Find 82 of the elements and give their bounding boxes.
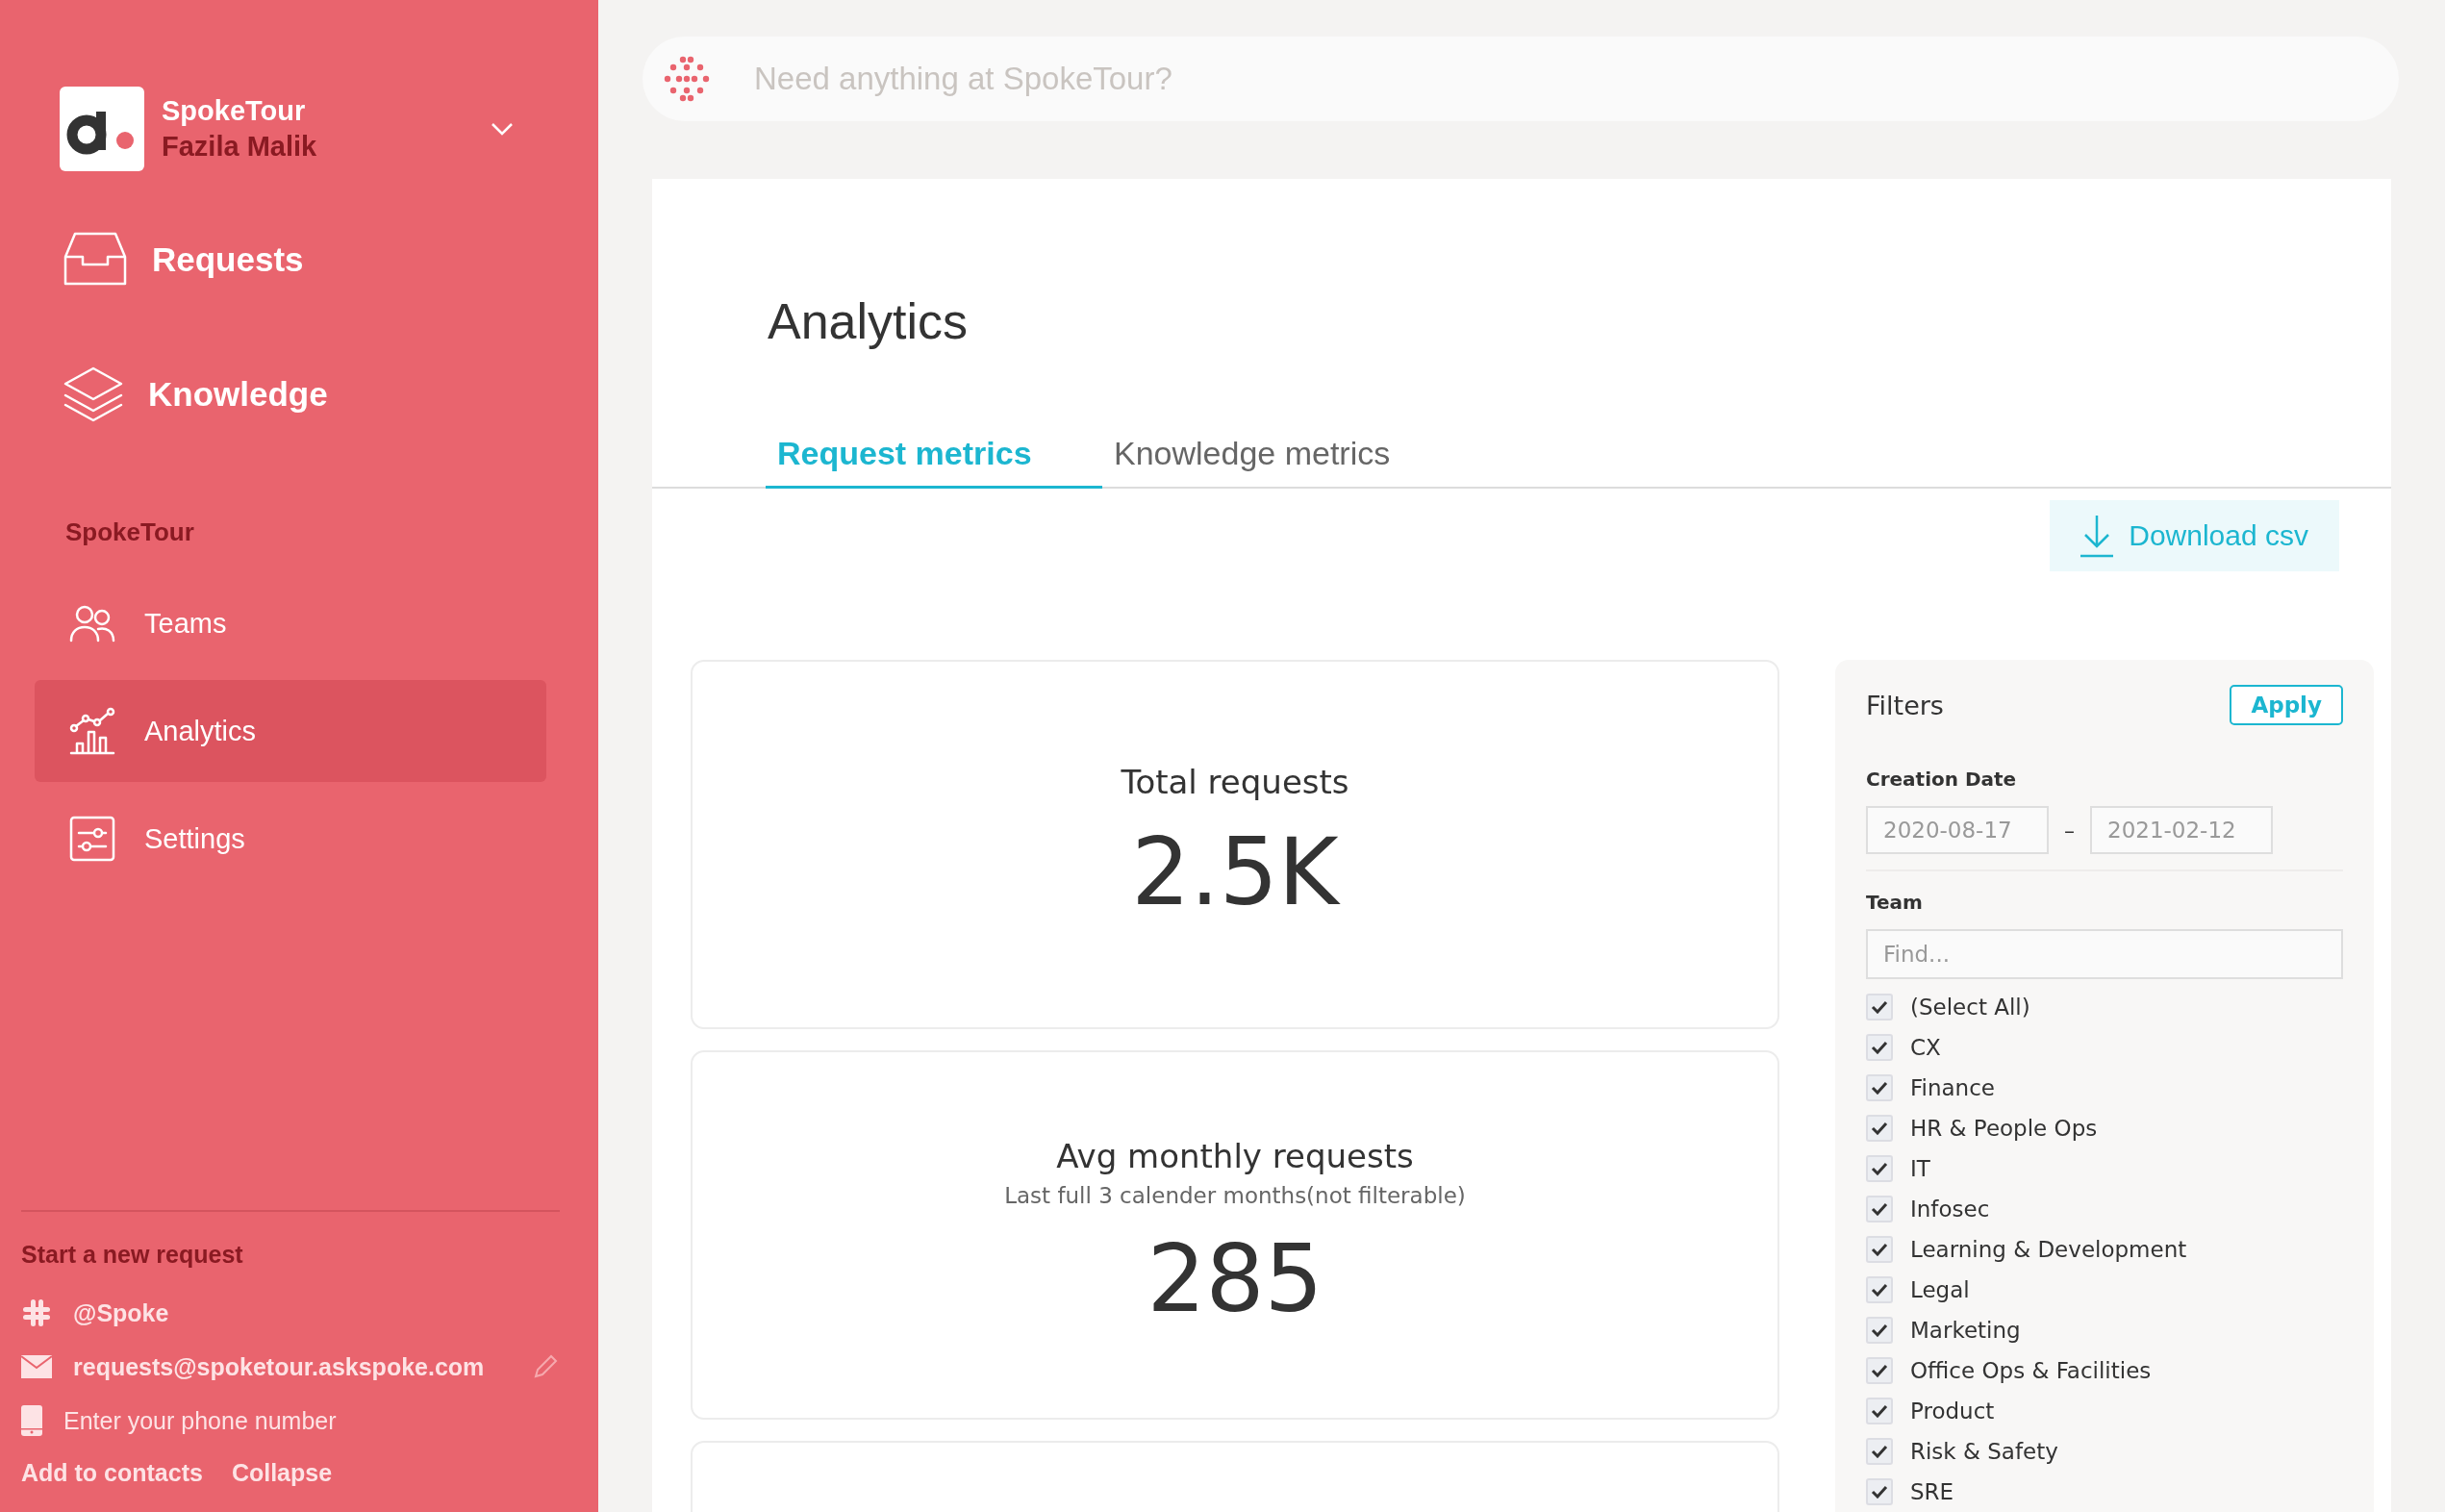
check-icon — [1871, 1445, 1888, 1458]
slack-handle: @Spoke — [73, 1298, 169, 1327]
team-label: Learning & Development — [1910, 1237, 2187, 1262]
download-icon — [2080, 514, 2114, 558]
checkbox[interactable] — [1866, 1276, 1893, 1303]
team-label: IT — [1910, 1156, 1930, 1181]
filters-title: Filters — [1866, 690, 1944, 720]
team-label: Marketing — [1910, 1318, 2021, 1343]
team-label: HR & People Ops — [1910, 1116, 2098, 1141]
people-icon — [69, 604, 115, 643]
metric-subtitle: Last full 3 calender months(not filterable) — [1004, 1183, 1466, 1208]
check-icon — [1871, 1243, 1888, 1256]
check-icon — [1871, 1404, 1888, 1418]
check-icon — [1871, 1162, 1888, 1175]
check-icon — [1871, 1202, 1888, 1216]
metric-title: Avg monthly requests — [1056, 1137, 1414, 1175]
nav-item[interactable]: Settings — [35, 788, 546, 890]
checkbox[interactable] — [1866, 1034, 1893, 1061]
nav-item[interactable]: Requests — [0, 225, 598, 294]
inbox-icon — [63, 232, 127, 288]
check-icon — [1871, 1323, 1888, 1337]
sidebar-link[interactable]: Collapse — [231, 1459, 333, 1487]
contact-title: Start a new request — [21, 1241, 244, 1269]
team-label: SRE — [1910, 1479, 1954, 1504]
metric-value: 2.5K — [1131, 819, 1339, 926]
phone-icon — [21, 1405, 42, 1436]
checkbox[interactable] — [1866, 1115, 1893, 1142]
request-email: requests@spoketour.askspoke.com — [73, 1352, 485, 1381]
team-label: Risk & Safety — [1910, 1439, 2058, 1464]
metric-title: Total requests — [1121, 763, 1349, 801]
checkbox[interactable] — [1866, 1317, 1893, 1344]
check-icon — [1871, 1081, 1888, 1095]
nav-item[interactable]: Teams — [35, 572, 546, 674]
checkbox[interactable] — [1866, 1478, 1893, 1505]
team-label: Infosec — [1910, 1197, 1990, 1222]
checkbox[interactable] — [1866, 994, 1893, 1021]
apply-button[interactable]: Apply — [2230, 685, 2343, 725]
team-label: Office Ops & Facilities — [1910, 1358, 2152, 1383]
chevron-down-icon[interactable] — [491, 122, 514, 136]
team-label: Finance — [1910, 1075, 1995, 1100]
settings-sliders-icon — [69, 816, 115, 862]
team-label: Product — [1910, 1399, 1995, 1424]
download-csv-button[interactable]: Download csv — [2050, 500, 2339, 571]
check-icon — [1871, 1000, 1888, 1014]
check-icon — [1871, 1364, 1888, 1377]
team-label: Legal — [1910, 1277, 1970, 1302]
hash-icon — [21, 1298, 52, 1328]
dotted-logo-icon — [664, 56, 710, 102]
user-name: Fazila Malik — [162, 131, 318, 163]
check-icon — [1871, 1121, 1888, 1135]
check-icon — [1871, 1041, 1888, 1054]
workspace-name: SpokeTour — [162, 95, 307, 127]
checkbox[interactable] — [1866, 1074, 1893, 1101]
layers-icon — [63, 366, 123, 422]
phone-input[interactable]: Enter your phone number — [63, 1406, 429, 1435]
checkbox[interactable] — [1866, 1236, 1893, 1263]
date-field[interactable]: 2020-08-17 — [1866, 806, 2049, 854]
checkbox[interactable] — [1866, 1438, 1893, 1465]
nav-item[interactable]: Analytics — [35, 680, 546, 782]
checkbox[interactable] — [1866, 1357, 1893, 1384]
filter-label: Creation Date — [1866, 768, 2018, 791]
check-icon — [1871, 1283, 1888, 1297]
section-title: SpokeTour — [65, 517, 195, 547]
checkbox[interactable] — [1866, 1398, 1893, 1424]
metric-value: 285 — [1147, 1225, 1323, 1333]
sidebar-link[interactable]: Add to contacts — [21, 1459, 203, 1487]
checkbox[interactable] — [1866, 1155, 1893, 1182]
tab[interactable]: Request metrics — [766, 435, 1102, 489]
check-icon — [1871, 1485, 1888, 1499]
analytics-chart-icon — [69, 707, 115, 755]
nav-item[interactable]: Knowledge — [0, 360, 598, 429]
page-title: Analytics — [768, 292, 970, 350]
checkbox[interactable] — [1866, 1196, 1893, 1222]
date-field[interactable]: 2021-02-12 — [2090, 806, 2273, 854]
filter-label: Team — [1866, 891, 1924, 914]
envelope-icon — [21, 1355, 52, 1378]
search-field[interactable]: Need anything at SpokeTour? — [643, 37, 2399, 121]
tab[interactable]: Knowledge metrics — [1102, 435, 1402, 489]
find-field[interactable]: Find... — [1866, 929, 2343, 979]
team-label: CX — [1910, 1035, 1941, 1060]
team-label: (Select All) — [1910, 995, 2030, 1020]
date-separator: – — [2064, 818, 2075, 843]
